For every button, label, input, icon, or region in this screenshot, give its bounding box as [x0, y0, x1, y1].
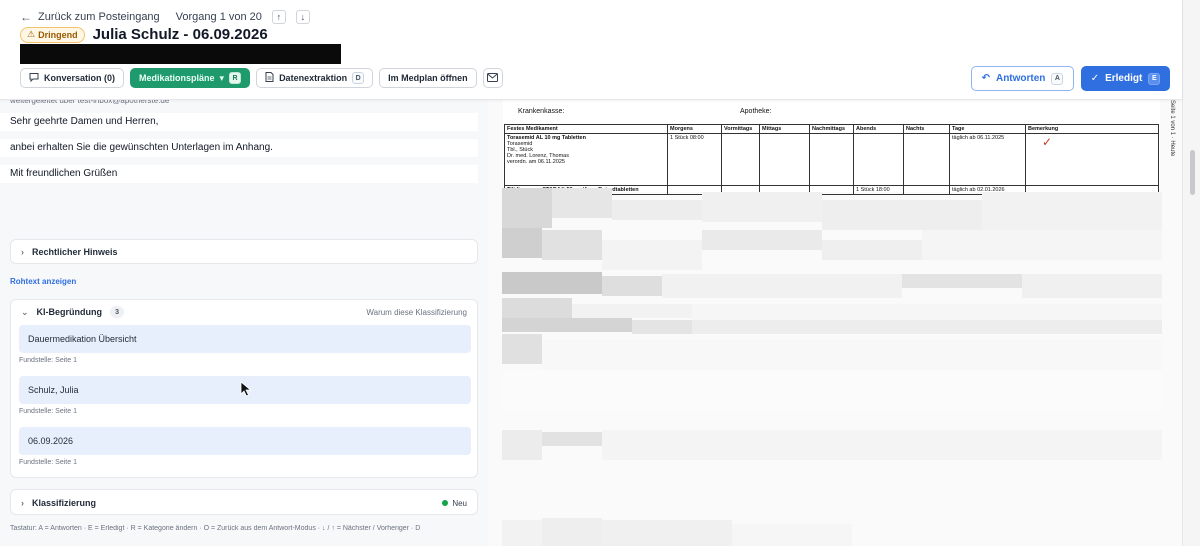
- show-raw-text-link[interactable]: Rohtext anzeigen: [10, 277, 76, 286]
- column-header: Festes Medikament: [504, 124, 668, 134]
- shortcut-key: D: [352, 72, 365, 84]
- tab-data-extraction-label: Datenextraktion: [279, 73, 348, 83]
- done-button[interactable]: ✓ Erledigt E: [1081, 66, 1170, 91]
- column-header: Nachmittags: [809, 124, 854, 134]
- mail-icon: [487, 72, 499, 84]
- reply-button-label: Antworten: [995, 73, 1046, 84]
- arrow-left-icon[interactable]: ←: [20, 10, 32, 24]
- case-counter: Vorgang 1 von 20: [175, 11, 262, 23]
- back-row: ← Zurück zum Posteingang Vorgang 1 von 2…: [20, 10, 310, 24]
- chevron-down-icon: ⌄: [21, 306, 29, 317]
- chevron-right-icon: ›: [21, 498, 24, 508]
- redacted-area: [20, 44, 341, 64]
- ai-reasoning-title: KI-Begründung: [36, 307, 103, 317]
- table-row: Torasemid AL 10 mg Tabletten Torasemid T…: [504, 133, 1159, 186]
- column-header: Tage: [949, 124, 1026, 134]
- open-medplan-label: Im Medplan öffnen: [388, 73, 468, 83]
- column-header: Nachts: [903, 124, 950, 134]
- scrollbar[interactable]: [1182, 0, 1200, 546]
- reasoning-source: Fundstelle: Seite 1: [19, 459, 77, 466]
- open-medplan-button[interactable]: Im Medplan öffnen: [379, 68, 477, 88]
- document-preview[interactable]: Krankenkasse: Apotheke: Festes Medikamen…: [488, 100, 1182, 546]
- checkmark-icon: ✓: [1042, 135, 1053, 149]
- chat-bubble-icon: [29, 72, 39, 84]
- column-header: Vormittags: [721, 124, 760, 134]
- document-side-text: Seite 1 von 1 · Heute: [1169, 100, 1175, 157]
- medication-table: Festes Medikament Morgens Vormittags Mit…: [504, 124, 1159, 195]
- classification-title: Klassifizierung: [32, 498, 97, 508]
- title-row: ⚠ Dringend Julia Schulz - 06.09.2026: [20, 26, 268, 43]
- case-header: ← Zurück zum Posteingang Vorgang 1 von 2…: [0, 0, 1182, 100]
- reasoning-source: Fundstelle: Seite 1: [19, 357, 77, 364]
- email-greeting: Sehr geehrte Damen und Herren,: [0, 113, 478, 131]
- email-closing: Mit freundlichen Grüßen: [0, 165, 478, 183]
- tab-medication-plans[interactable]: Medikationspläne ▾ R: [130, 68, 251, 88]
- scrollbar-thumb[interactable]: [1190, 150, 1195, 195]
- classification-card[interactable]: › Klassifizierung Neu: [10, 489, 478, 515]
- table-cell: [721, 133, 760, 186]
- chevron-down-icon: ▾: [219, 72, 225, 83]
- urgent-badge-label: Dringend: [38, 29, 78, 40]
- shortcut-key: R: [229, 72, 242, 84]
- email-button[interactable]: [482, 68, 503, 88]
- back-to-inbox-link[interactable]: Zurück zum Posteingang: [38, 11, 160, 23]
- table-cell: [903, 133, 950, 186]
- tab-medication-plans-label: Medikationspläne: [139, 73, 215, 83]
- previous-case-button[interactable]: ↑: [271, 10, 286, 24]
- medication-cell: Torasemid AL 10 mg Tabletten Torasemid T…: [504, 133, 668, 186]
- classification-header[interactable]: › Klassifizierung Neu: [11, 490, 477, 516]
- evening-dose: 1 Stück 18:00: [853, 185, 904, 195]
- check-icon: ✓: [1090, 73, 1100, 84]
- pharmacy-label: Apotheke:: [740, 108, 772, 115]
- reasoning-item[interactable]: Dauermedikation Übersicht: [19, 325, 471, 353]
- reasoning-count-badge: 3: [110, 306, 125, 318]
- reasoning-note: Warum diese Klassifizierung: [366, 307, 467, 317]
- legal-notice-title: Rechtlicher Hinweis: [32, 247, 118, 257]
- table-header-row: Festes Medikament Morgens Vormittags Mit…: [504, 124, 1159, 134]
- table-cell: [903, 185, 950, 195]
- legal-notice-header[interactable]: › Rechtlicher Hinweis: [11, 240, 477, 264]
- column-header: Morgens: [667, 124, 722, 134]
- column-header: Bemerkung: [1025, 124, 1159, 134]
- medication-detail: verordn. am 06.11.2025: [507, 159, 565, 165]
- column-header: Mittags: [759, 124, 810, 134]
- reply-arrow-icon: ↶: [981, 73, 990, 84]
- ai-reasoning-header[interactable]: ⌄ KI-Begründung 3 Warum diese Klassifizi…: [11, 300, 477, 324]
- urgent-badge: ⚠ Dringend: [20, 26, 85, 43]
- chevron-right-icon: ›: [21, 247, 24, 257]
- classification-status-label: Neu: [452, 498, 467, 508]
- classification-status: Neu: [442, 499, 467, 508]
- reasoning-item[interactable]: 06.09.2026: [19, 427, 471, 455]
- table-cell: [809, 133, 854, 186]
- tab-conversation[interactable]: Konversation (0): [20, 68, 125, 88]
- days-cell: täglich ab 06.11.2025: [949, 133, 1026, 186]
- table-cell: [759, 133, 810, 186]
- tab-data-extraction[interactable]: Datenextraktion D: [256, 68, 374, 88]
- shortcut-key: E: [1148, 72, 1161, 85]
- legal-notice-card[interactable]: › Rechtlicher Hinweis: [10, 239, 478, 264]
- status-dot-icon: [442, 500, 449, 506]
- reply-button[interactable]: ↶ Antworten A: [971, 66, 1074, 91]
- morning-dose: 1 Stück 08:00: [667, 133, 722, 186]
- message-panel: weitergeleitet über test-inbox@apotherst…: [0, 96, 488, 546]
- reasoning-source: Fundstelle: Seite 1: [19, 408, 77, 415]
- page-title: Julia Schulz - 06.09.2026: [92, 26, 268, 43]
- column-header: Abends: [853, 124, 904, 134]
- remark-cell: ✓: [1025, 133, 1159, 186]
- warning-icon: ⚠: [27, 29, 36, 39]
- tab-conversation-label: Konversation (0): [44, 73, 116, 83]
- insurance-label: Krankenkasse:: [518, 108, 565, 115]
- done-button-label: Erledigt: [1105, 73, 1143, 84]
- shortcut-key: A: [1051, 72, 1064, 85]
- next-case-button[interactable]: ↓: [295, 10, 310, 24]
- table-cell: [853, 133, 904, 186]
- email-body: anbei erhalten Sie die gewünschten Unter…: [0, 139, 478, 157]
- keyboard-shortcuts-hint: Tastatur: A = Antworten · E = Erledigt ·…: [10, 525, 421, 532]
- document-icon: [265, 72, 274, 84]
- tab-row: Konversation (0) Medikationspläne ▾ R Da…: [20, 68, 503, 88]
